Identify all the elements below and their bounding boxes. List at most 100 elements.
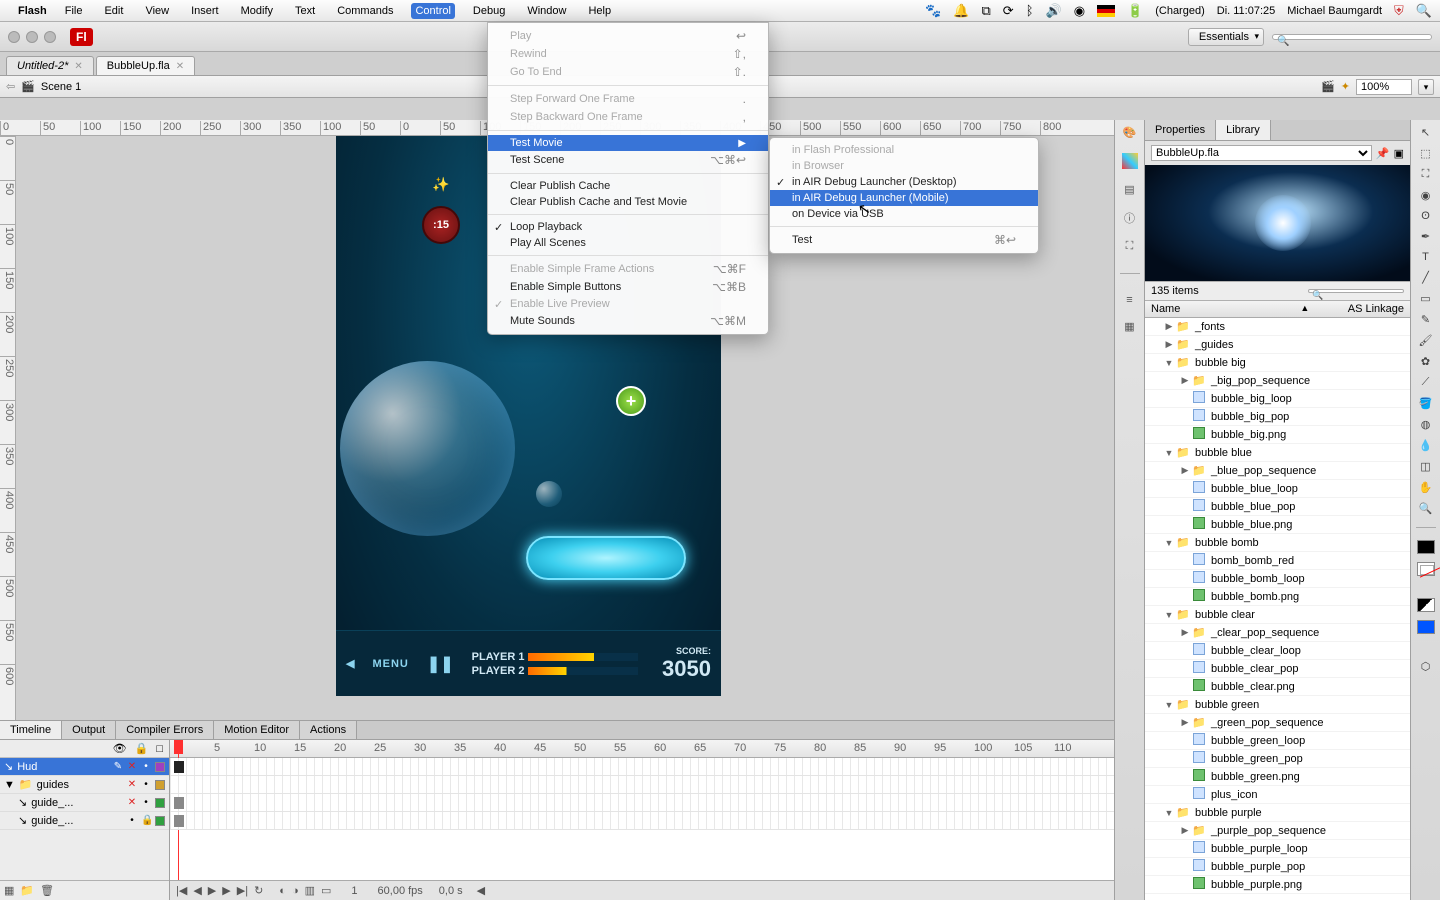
layer-hud[interactable]: ↘ Hud ✎ ✕ • — [0, 758, 169, 776]
code-snippets-icon[interactable]: ≡ — [1126, 294, 1132, 306]
edit-scene-icon[interactable]: 🎬 — [1321, 80, 1335, 93]
fill-swatch[interactable] — [1417, 562, 1435, 576]
menu-item[interactable]: Test Scene⌥⌘↩ — [488, 151, 768, 169]
library-item[interactable]: bubble_purple_pop — [1145, 858, 1410, 876]
col-linkage[interactable]: AS Linkage — [1348, 303, 1404, 315]
loop-icon[interactable]: ↻ — [254, 884, 263, 897]
outline-sq[interactable] — [155, 762, 165, 772]
swatches-icon[interactable] — [1122, 153, 1138, 169]
components-icon[interactable]: ▦ — [1124, 320, 1134, 333]
bluetooth-icon[interactable]: ᛒ — [1026, 3, 1034, 18]
library-item[interactable]: bubble_bomb.png — [1145, 588, 1410, 606]
library-item[interactable]: ▶📁_clear_pop_sequence — [1145, 624, 1410, 642]
library-search[interactable] — [1308, 289, 1404, 293]
library-item[interactable]: ▼📁bubble big — [1145, 354, 1410, 372]
delete-layer-icon[interactable]: 🗑 — [40, 884, 54, 897]
menu-item[interactable]: Test Movie▶ — [488, 135, 768, 151]
library-list[interactable]: ▶📁_fonts▶📁_guides▼📁bubble big▶📁_big_pop_… — [1145, 318, 1410, 900]
menu-file[interactable]: File — [61, 3, 87, 19]
edit-multi-icon[interactable]: ▥ — [305, 884, 315, 897]
tab-motion-editor[interactable]: Motion Editor — [214, 721, 300, 739]
library-item[interactable]: bubble_clear_pop — [1145, 660, 1410, 678]
new-lib-icon[interactable]: ▣ — [1394, 147, 1404, 160]
zoom-input[interactable] — [1356, 79, 1412, 95]
library-item[interactable]: bubble_clear.png — [1145, 678, 1410, 696]
library-item[interactable]: ▶📁_blue_pop_sequence — [1145, 462, 1410, 480]
frames-guide2[interactable] — [170, 812, 1114, 830]
step-fwd-icon[interactable]: ▶ — [222, 884, 230, 897]
align-icon[interactable]: ▤ — [1124, 183, 1134, 196]
menu-item[interactable]: ✓Loop Playback — [488, 219, 768, 235]
new-layer-icon[interactable]: ▦ — [4, 884, 14, 897]
back-icon[interactable]: ⇦ — [6, 80, 15, 93]
library-item[interactable]: bubble_green_loop — [1145, 732, 1410, 750]
library-file-select[interactable]: BubbleUp.fla — [1151, 145, 1372, 161]
tab-close-icon[interactable]: ✕ — [176, 61, 184, 72]
menu-item[interactable]: Clear Publish Cache and Test Movie — [488, 194, 768, 210]
menu-item[interactable]: Play All Scenes — [488, 235, 768, 251]
eraser-tool-icon[interactable]: ◫ — [1420, 460, 1430, 473]
line-tool-icon[interactable]: ╱ — [1422, 271, 1429, 284]
minimize-button[interactable] — [26, 31, 38, 43]
tab-untitled[interactable]: Untitled-2*✕ — [6, 56, 94, 75]
outline-icon[interactable]: □ — [156, 743, 163, 755]
library-item[interactable]: ▼📁bubble clear — [1145, 606, 1410, 624]
color-icon[interactable]: 🎨 — [1123, 126, 1137, 139]
new-folder-icon[interactable]: 📁 — [20, 884, 34, 897]
tab-compiler-errors[interactable]: Compiler Errors — [116, 721, 214, 739]
paint-bucket-icon[interactable]: 🪣 — [1419, 397, 1433, 410]
eye-icon[interactable]: 👁 — [113, 742, 127, 755]
library-item[interactable]: bubble_big_pop — [1145, 408, 1410, 426]
library-item[interactable]: bubble_green_pop — [1145, 750, 1410, 768]
menu-insert[interactable]: Insert — [187, 3, 223, 19]
library-item[interactable]: bubble_big.png — [1145, 426, 1410, 444]
pen-tool-icon[interactable]: ✒ — [1421, 230, 1430, 243]
marker-icon[interactable]: ▭ — [321, 884, 331, 897]
library-item[interactable]: ▼📁bubble purple — [1145, 804, 1410, 822]
user-name[interactable]: Michael Baumgardt — [1287, 5, 1382, 17]
ink-bottle-icon[interactable]: ◍ — [1421, 418, 1431, 431]
layer-guide1[interactable]: ↘ guide_... ✕ • — [0, 794, 169, 812]
library-item[interactable]: bubble_blue_pop — [1145, 498, 1410, 516]
lock-dot[interactable]: • — [141, 761, 151, 772]
play-icon[interactable]: ▶ — [208, 884, 216, 897]
tab-properties[interactable]: Properties — [1145, 120, 1216, 140]
hand-tool-icon[interactable]: ✋ — [1419, 481, 1433, 494]
tab-library[interactable]: Library — [1216, 120, 1271, 140]
menu-edit[interactable]: Edit — [100, 3, 127, 19]
wifi-icon[interactable]: ◉ — [1074, 3, 1085, 19]
lock-icon[interactable]: 🔒 — [135, 742, 149, 755]
tab-output[interactable]: Output — [62, 721, 116, 739]
swap-colors-icon[interactable] — [1417, 620, 1435, 634]
goto-last-icon[interactable]: ▶| — [237, 884, 248, 897]
tab-close-icon[interactable]: ✕ — [74, 61, 82, 72]
menu-commands[interactable]: Commands — [333, 3, 397, 19]
help-search[interactable] — [1272, 34, 1432, 40]
library-item[interactable]: bubble_clear_loop — [1145, 642, 1410, 660]
menu-help[interactable]: Help — [584, 3, 615, 19]
library-item[interactable]: ▶📁_big_pop_sequence — [1145, 372, 1410, 390]
pencil-tool-icon[interactable]: ✎ — [1421, 313, 1430, 326]
info-icon[interactable]: ⓘ — [1124, 210, 1135, 226]
paw-icon[interactable]: 🐾 — [925, 3, 941, 19]
menu-view[interactable]: View — [141, 3, 173, 19]
3d-rotation-icon[interactable]: ◉ — [1421, 189, 1431, 202]
rectangle-tool-icon[interactable]: ▭ — [1420, 292, 1430, 305]
scroll-left-icon[interactable]: ◀ — [477, 884, 485, 897]
workspace-dropdown[interactable]: Essentials — [1188, 28, 1264, 46]
layer-guides-folder[interactable]: ▼ 📁 guides ✕ • — [0, 776, 169, 794]
visibility-x[interactable]: ✕ — [127, 761, 137, 772]
folder-arrow-icon[interactable]: ▼ — [4, 779, 15, 791]
stroke-swatch[interactable] — [1417, 540, 1435, 554]
free-transform-icon[interactable]: ⛶ — [1422, 168, 1430, 181]
menu-item[interactable]: Test⌘↩ — [770, 231, 1038, 249]
library-item[interactable]: bubble_purple.png — [1145, 876, 1410, 894]
frames-hud[interactable] — [170, 758, 1114, 776]
menu-modify[interactable]: Modify — [237, 3, 277, 19]
menu-item[interactable]: Mute Sounds⌥⌘M — [488, 312, 768, 330]
zoom-tool-icon[interactable]: 🔍 — [1419, 502, 1433, 515]
snap-icon[interactable]: ⬡ — [1421, 660, 1431, 673]
library-item[interactable]: ▼📁bubble bomb — [1145, 534, 1410, 552]
library-item[interactable]: ▶📁_guides — [1145, 336, 1410, 354]
flag-icon[interactable] — [1097, 5, 1115, 17]
